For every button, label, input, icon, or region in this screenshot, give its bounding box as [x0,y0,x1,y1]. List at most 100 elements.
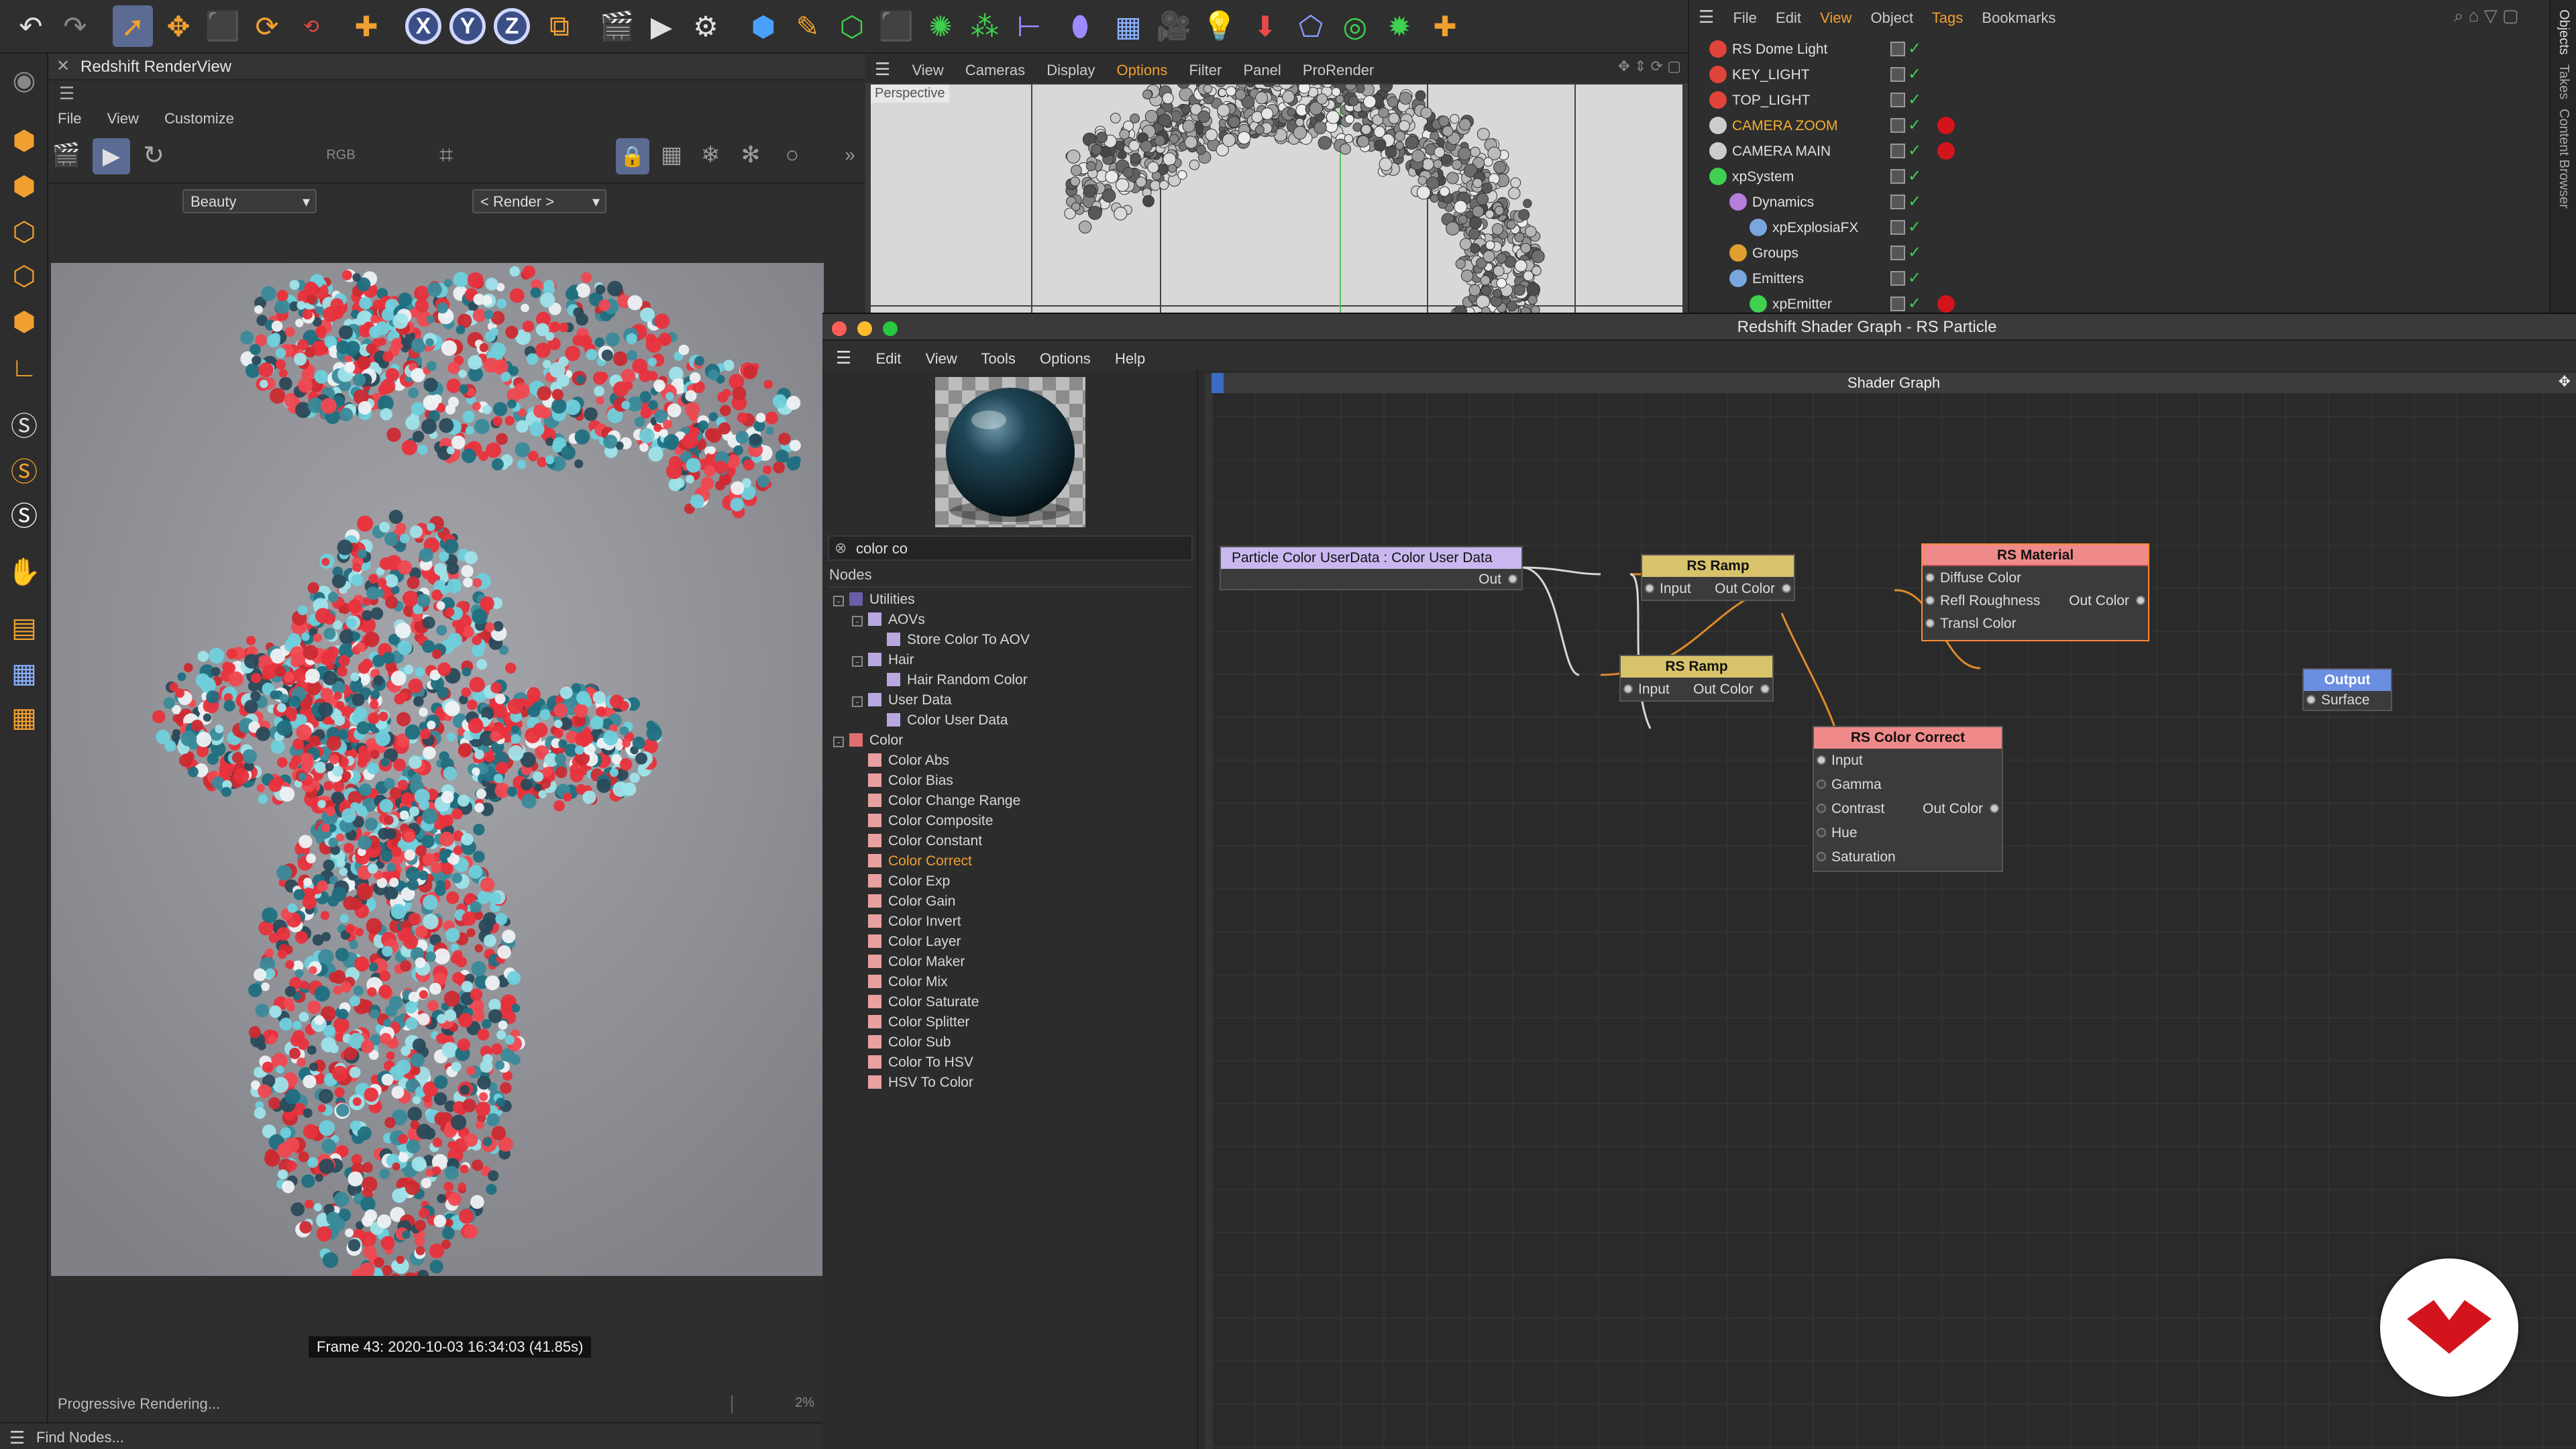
tree-expander-icon[interactable]: - [852,616,863,627]
layer-checkbox[interactable] [1890,220,1905,235]
visibility-check-icon[interactable]: ✓ [1908,90,1921,109]
tree-expander-icon[interactable]: - [833,596,844,606]
menu-cameras[interactable]: Cameras [965,62,1025,78]
workplane-snap-icon[interactable]: Ⓢ [4,494,44,534]
locked-workplane-icon[interactable]: ▦ [4,698,44,738]
tree-item[interactable]: Color Bias [868,773,953,793]
tree-item[interactable]: Color [849,733,903,753]
visibility-check-icon[interactable]: ✓ [1908,192,1921,211]
polygons-mode-icon[interactable]: ⬢ [4,302,44,342]
crop-icon[interactable]: ⌗ [429,138,463,172]
points-mode-icon[interactable]: ⬡ [4,212,44,252]
close-icon[interactable]: ✕ [56,56,70,76]
tree-item[interactable]: Color Sub [868,1034,951,1055]
output-port[interactable] [1990,804,1999,813]
light-icon[interactable]: 💡 [1199,5,1240,47]
menu-prorender[interactable]: ProRender [1303,62,1374,78]
tree-item[interactable]: Color Constant [868,833,982,853]
grid-view-icon[interactable]: ▦ [655,138,688,172]
menu-bookmarks[interactable]: Bookmarks [1982,9,2055,26]
xp-system-icon[interactable]: ✹ [1379,5,1419,47]
tab-takes[interactable]: Takes [2556,64,2571,99]
make-editable-icon[interactable]: ◉ [4,60,44,101]
snowflake-icon[interactable]: ❄ [694,138,727,172]
tree-item[interactable]: Color Change Range [868,793,1020,813]
tab-content-browser[interactable]: Content Browser [2556,109,2571,209]
node-color-user-data[interactable]: Particle Color UserData : Color User Dat… [1220,546,1523,590]
tree-item[interactable]: Store Color To AOV [887,632,1030,652]
shader-graph-canvas[interactable]: Shader Graph ✥ Particle Color UserData :… [1205,373,2576,1449]
model-mode-icon[interactable]: ⬢ [4,121,44,161]
object-row[interactable]: CAMERA MAIN ✓ [1703,140,2534,164]
lock-icon[interactable]: 🔒 [616,138,649,174]
circle-icon[interactable]: ○ [775,138,809,172]
tweak-icon[interactable]: ✋ [4,551,44,592]
input-port-roughness[interactable] [1925,596,1935,605]
xparticles-icon[interactable]: ⬠ [1291,5,1331,47]
find-nodes-bar[interactable]: ☰ Find Nodes... [0,1422,822,1449]
minimize-window-icon[interactable] [857,321,872,336]
snap-settings-icon[interactable]: Ⓢ [4,449,44,490]
redshift-tag-icon[interactable] [1937,142,1955,160]
object-row[interactable]: Dynamics ✓ [1703,191,2534,215]
output-port[interactable] [1782,584,1791,593]
redshift-tool-icon[interactable]: ⬇ [1245,5,1285,47]
input-port[interactable] [1645,584,1654,593]
layer-checkbox[interactable] [1890,42,1905,56]
input-port-transl[interactable] [1925,619,1935,628]
render-view-icon[interactable]: ▶ [641,5,682,47]
input-port-input[interactable] [1817,755,1826,765]
node-rs-ramp-2[interactable]: RS Ramp Input Out Color [1619,655,1774,702]
tree-item[interactable]: Color User Data [887,712,1008,733]
tree-item[interactable]: Color Splitter [868,1014,969,1034]
input-port-saturation[interactable] [1817,852,1826,861]
hamburger-icon[interactable]: ☰ [1699,7,1714,27]
node-output[interactable]: Output Surface [2302,668,2392,711]
tree-expander-icon[interactable]: - [852,696,863,707]
object-row[interactable]: RS Dome Light ✓ [1703,38,2534,62]
layer-checkbox[interactable] [1890,271,1905,286]
tree-item[interactable]: Color Maker [868,954,965,974]
menu-file[interactable]: File [58,110,81,127]
scale-icon[interactable]: ⬛ [203,5,243,47]
menu-panel[interactable]: Panel [1243,62,1281,78]
grid-icon[interactable]: ▦ [4,653,44,694]
undo-icon[interactable]: ↶ [11,5,51,47]
viewport-canvas[interactable]: Perspective CAMERA ZOOM [871,85,1682,313]
menu-options[interactable]: Options [1040,350,1091,367]
menu-view[interactable]: View [912,62,943,78]
redo-icon[interactable]: ↷ [55,5,95,47]
psr-icon[interactable]: ⟲ [291,5,331,47]
visibility-check-icon[interactable]: ✓ [1908,243,1921,262]
pen-icon[interactable]: ✎ [788,5,828,47]
tree-item[interactable]: AOVs [868,612,925,632]
rotate-icon[interactable]: ⟳ [247,5,287,47]
menu-edit[interactable]: Edit [1776,9,1801,26]
render-select[interactable]: < Render > ▾ [472,189,606,213]
zoom-window-icon[interactable] [883,321,898,336]
tree-item[interactable]: Color Composite [868,813,993,833]
visibility-check-icon[interactable]: ✓ [1908,268,1921,288]
input-port-contrast[interactable] [1817,804,1826,813]
layer-checkbox[interactable] [1890,118,1905,133]
input-port-surface[interactable] [2306,695,2316,704]
snowflake-alt-icon[interactable]: ✻ [734,138,767,172]
aov-select[interactable]: Beauty ▾ [182,189,317,213]
refresh-icon[interactable]: ↻ [137,138,170,172]
add-icon[interactable]: ✚ [346,5,386,47]
tree-item[interactable]: Utilities [849,592,915,612]
move-icon[interactable]: ✥ [158,5,199,47]
menu-edit[interactable]: Edit [875,350,901,367]
layer-checkbox[interactable] [1890,93,1905,107]
hamburger-icon[interactable]: ☰ [59,83,74,104]
object-row[interactable]: xpExplosiaFX ✓ [1703,216,2534,240]
tree-item[interactable]: Color Invert [868,914,961,934]
viewport-nav-icons[interactable]: ✥ ⇕ ⟳ ▢ [1618,58,1681,75]
layer-checkbox[interactable] [1890,144,1905,158]
field-icon[interactable]: ⬮ [1060,5,1100,47]
tree-item[interactable]: Color Abs [868,753,949,773]
layer-checkbox[interactable] [1890,67,1905,82]
tree-item[interactable]: Color Gain [868,894,955,914]
camera-icon[interactable]: 🎥 [1154,5,1194,47]
tree-item[interactable]: User Data [868,692,952,712]
